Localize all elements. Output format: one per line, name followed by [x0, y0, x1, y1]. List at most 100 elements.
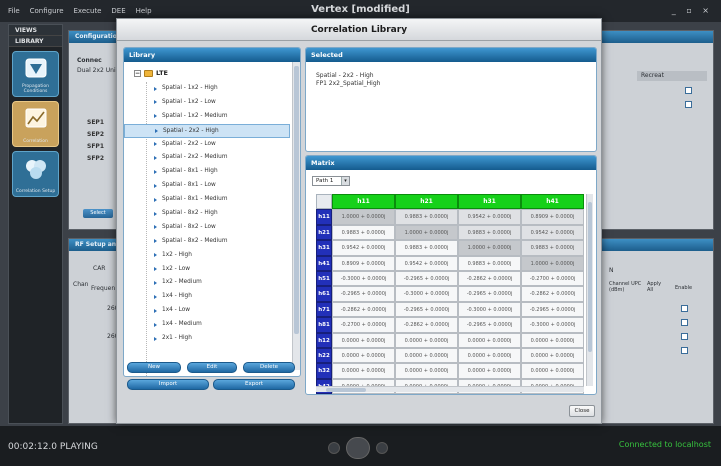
matrix-cell[interactable]: -0.2700 + 0.0000j	[521, 271, 584, 287]
matrix-cell[interactable]: 0.0000 + 0.0000j	[395, 332, 458, 348]
tree-item[interactable]: Spatial - 8x2 - Medium	[124, 235, 290, 249]
matrix-cell[interactable]: -0.3000 + 0.0000j	[395, 286, 458, 302]
tree-root-lte[interactable]: − LTE	[134, 68, 168, 78]
enable-checkbox-1[interactable]	[681, 305, 688, 312]
play-button[interactable]	[346, 437, 370, 459]
matrix-cell[interactable]: -0.2965 + 0.0000j	[332, 286, 395, 302]
matrix-cell[interactable]: 1.0000 + 0.0000j	[395, 224, 458, 241]
expand-arrow-icon[interactable]	[154, 280, 157, 285]
tree-item[interactable]: Spatial - 2x2 - Low	[124, 138, 290, 152]
stop-button[interactable]	[328, 442, 340, 454]
matrix-cell[interactable]: -0.2862 + 0.0000j	[521, 286, 584, 302]
delete-button[interactable]: Delete	[243, 362, 295, 373]
matrix-cell[interactable]: -0.3000 + 0.0000j	[521, 317, 584, 333]
matrix-cell[interactable]: 0.9542 + 0.0000j	[458, 209, 521, 225]
tree-item[interactable]: 2x1 - High	[124, 332, 290, 346]
collapse-icon[interactable]: −	[134, 69, 141, 77]
tree-item[interactable]: 1x4 - Low	[124, 304, 290, 318]
matrix-cell[interactable]: 0.0000 + 0.0000j	[521, 332, 584, 348]
enable-checkbox-3[interactable]	[681, 333, 688, 340]
matrix-cell[interactable]: -0.2965 + 0.0000j	[521, 301, 584, 318]
matrix-cell[interactable]: 0.9883 + 0.0000j	[332, 224, 395, 241]
export-button[interactable]: Export	[213, 379, 295, 390]
matrix-vscroll-thumb[interactable]	[588, 202, 592, 352]
expand-arrow-icon[interactable]	[154, 308, 157, 313]
tree-item[interactable]: Spatial - 8x1 - Low	[124, 179, 290, 193]
tree-item[interactable]: Spatial - 1x2 - Medium	[124, 110, 290, 124]
tree-item[interactable]: 1x2 - Low	[124, 263, 290, 277]
matrix-cell[interactable]: 0.0000 + 0.0000j	[521, 363, 584, 379]
matrix-cell[interactable]: 0.9883 + 0.0000j	[458, 224, 521, 241]
tree-item[interactable]: 1x4 - Medium	[124, 318, 290, 332]
nav-tile-correlation[interactable]: Correlation	[12, 101, 59, 147]
expand-arrow-icon[interactable]	[154, 197, 157, 202]
matrix-cell[interactable]: 0.0000 + 0.0000j	[395, 363, 458, 379]
path-dropdown[interactable]: Path 1 ▾	[312, 176, 350, 186]
matrix-cell[interactable]: -0.2862 + 0.0000j	[332, 301, 395, 318]
matrix-cell[interactable]: 0.8909 + 0.0000j	[332, 255, 395, 271]
matrix-cell[interactable]: 0.0000 + 0.0000j	[458, 332, 521, 348]
expand-arrow-icon[interactable]	[154, 211, 157, 216]
matrix-cell[interactable]: 0.9542 + 0.0000j	[521, 224, 584, 241]
tree-item[interactable]: Spatial - 2x2 - Medium	[124, 151, 290, 165]
tree-item[interactable]: Spatial - 8x1 - Medium	[124, 193, 290, 207]
close-button[interactable]: Close	[569, 405, 595, 417]
tree-item[interactable]: 1x2 - Medium	[124, 276, 290, 290]
matrix-cell[interactable]: 0.9542 + 0.0000j	[395, 255, 458, 271]
matrix-cell[interactable]: 0.9883 + 0.0000j	[521, 240, 584, 256]
nav-views-header[interactable]: VIEWS	[9, 25, 62, 36]
expand-arrow-icon[interactable]	[154, 100, 157, 105]
window-controls[interactable]: _ ▫ ×	[672, 6, 713, 15]
recreate-checkbox-1[interactable]	[685, 87, 692, 94]
matrix-cell[interactable]: 0.9883 + 0.0000j	[395, 240, 458, 256]
expand-arrow-icon[interactable]	[154, 267, 157, 272]
expand-arrow-icon[interactable]	[154, 225, 157, 230]
expand-arrow-icon[interactable]	[154, 155, 157, 160]
expand-arrow-icon[interactable]	[154, 169, 157, 174]
matrix-cell[interactable]: 0.9883 + 0.0000j	[395, 209, 458, 225]
matrix-cell[interactable]: -0.2862 + 0.0000j	[458, 271, 521, 287]
matrix-cell[interactable]: -0.2862 + 0.0000j	[395, 317, 458, 333]
tree-item[interactable]: Spatial - 8x2 - High	[124, 207, 290, 221]
nav-tile-correlation-setup[interactable]: Correlation Setup	[12, 151, 59, 197]
matrix-hscrollbar[interactable]	[316, 386, 584, 392]
matrix-cell[interactable]: 0.0000 + 0.0000j	[395, 348, 458, 364]
expand-arrow-icon[interactable]	[154, 183, 157, 188]
recreate-checkbox-2[interactable]	[685, 101, 692, 108]
nav-library-header[interactable]: LIBRARY	[9, 36, 62, 47]
expand-arrow-icon[interactable]	[155, 129, 158, 134]
expand-arrow-icon[interactable]	[154, 322, 157, 327]
select-button[interactable]: Select	[83, 209, 113, 218]
matrix-cell[interactable]: 0.0000 + 0.0000j	[458, 363, 521, 379]
expand-arrow-icon[interactable]	[154, 114, 157, 119]
matrix-cell[interactable]: 0.9542 + 0.0000j	[332, 240, 395, 256]
expand-arrow-icon[interactable]	[154, 294, 157, 299]
enable-checkbox-4[interactable]	[681, 347, 688, 354]
expand-arrow-icon[interactable]	[154, 86, 157, 91]
import-button[interactable]: Import	[127, 379, 209, 390]
tree-item[interactable]: Spatial - 8x1 - High	[124, 165, 290, 179]
matrix-cell[interactable]: 1.0000 + 0.0000j	[332, 209, 395, 225]
tree-item[interactable]: 1x2 - High	[124, 249, 290, 263]
matrix-cell[interactable]: 1.0000 + 0.0000j	[458, 240, 521, 256]
tree-item[interactable]: 1x4 - High	[124, 290, 290, 304]
matrix-cell[interactable]: 0.0000 + 0.0000j	[458, 348, 521, 364]
expand-arrow-icon[interactable]	[154, 336, 157, 341]
enable-checkbox-2[interactable]	[681, 319, 688, 326]
matrix-cell[interactable]: 0.0000 + 0.0000j	[521, 348, 584, 364]
matrix-cell[interactable]: -0.2965 + 0.0000j	[458, 317, 521, 333]
tree-item[interactable]: Spatial - 1x2 - Low	[124, 96, 290, 110]
matrix-cell[interactable]: 0.0000 + 0.0000j	[332, 363, 395, 379]
matrix-cell[interactable]: -0.2700 + 0.0000j	[332, 317, 395, 333]
library-scrollbar[interactable]	[292, 62, 300, 370]
new-button[interactable]: New	[127, 362, 181, 373]
expand-arrow-icon[interactable]	[154, 142, 157, 147]
matrix-cell[interactable]: 0.0000 + 0.0000j	[332, 348, 395, 364]
edit-button[interactable]: Edit	[187, 362, 237, 373]
matrix-cell[interactable]: -0.2965 + 0.0000j	[395, 301, 458, 318]
library-scroll-thumb[interactable]	[294, 66, 299, 334]
matrix-cell[interactable]: -0.3000 + 0.0000j	[332, 271, 395, 287]
matrix-cell[interactable]: -0.2965 + 0.0000j	[458, 286, 521, 302]
matrix-cell[interactable]: 0.8909 + 0.0000j	[521, 209, 584, 225]
pause-button[interactable]	[376, 442, 388, 454]
